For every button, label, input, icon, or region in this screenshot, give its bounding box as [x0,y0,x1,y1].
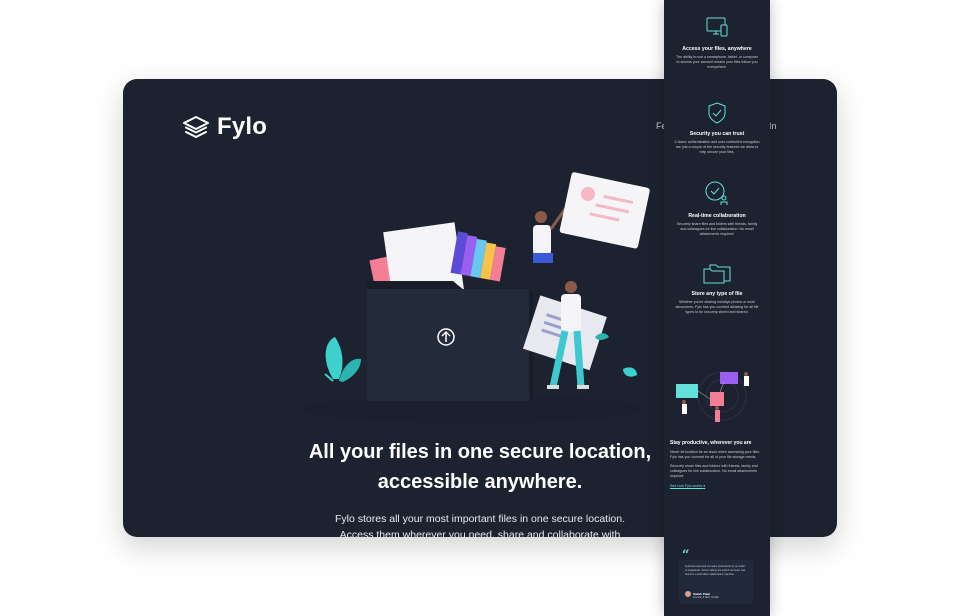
brand-logo[interactable]: Fylo [182,113,267,141]
feature-collaboration: Real-time collaboration Securely share f… [664,179,770,238]
productive-text-2: Securely share files and folders with fr… [670,464,758,478]
productive-section: Stay productive, wherever you are Never … [670,440,766,488]
testimonial-quote: Fylo has improved our team productivity … [685,565,746,576]
hero-illustration [303,172,650,423]
productive-title: Stay productive, wherever you are [670,440,752,446]
collaboration-icon [705,181,728,205]
feature-text: The ability to use a smartphone, tablet,… [675,55,759,70]
arrow-circle-icon: ● [703,484,706,488]
folders-icon [703,264,731,284]
hero-subtitle-line2: Access them wherever you need, share and… [339,529,621,537]
layers-icon [183,116,209,138]
see-how-link[interactable]: See how Fylo works ● [670,484,766,488]
feature-text: Securely share files and folders with fr… [676,222,758,237]
hero-title-line2: accessible anywhere. [377,471,583,493]
testimonial-role: Founder & CEO, Huddle [693,596,719,599]
feature-text: Whether you're sharing holidays photos o… [675,300,759,315]
productive-text-1: Never let location be an issue when acce… [670,450,761,459]
testimonial-card: Fylo has improved our team productivity … [679,560,753,604]
brand-name: Fylo [217,113,268,140]
devices-icon [706,17,728,37]
avatar [685,591,691,597]
feature-text: 2-factor authentication and user-control… [674,140,760,155]
hero-subtitle-line1: Fylo stores all your most important file… [334,513,626,525]
hero-title-line1: All your files in one secure location, [308,441,652,463]
see-how-link-label: See how Fylo works [670,484,703,488]
feature-storage: Store any type of file Whether you're sh… [664,259,770,316]
shield-icon [708,102,726,124]
plant-left-icon [324,337,361,382]
feature-security: Security you can trust 2-factor authenti… [664,101,770,156]
feature-access: Access your files, anywhere The ability … [664,16,770,71]
mobile-preview: Access your files, anywhere The ability … [664,0,770,616]
productive-illustration [676,371,749,422]
screenshot-stage: Fylo Fe n In [0,0,960,616]
